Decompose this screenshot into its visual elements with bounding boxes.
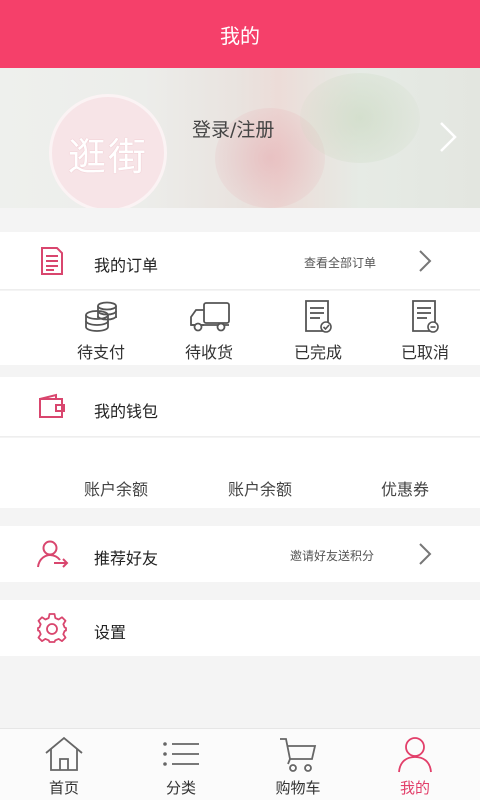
truck-icon — [190, 302, 230, 332]
account-balance-item[interactable]: 账户余额 — [84, 476, 148, 500]
settings-row[interactable]: 设置 — [0, 600, 480, 656]
order-status-row: 待支付 待收货 已完成 已取消 — [0, 291, 480, 365]
my-orders-label: 我的订单 — [94, 256, 159, 275]
status-label: 待收货 — [184, 343, 233, 362]
status-pending-payment[interactable]: 待支付 — [51, 291, 151, 365]
wallet-summary: 账户余额 账户余额 优惠券 — [0, 438, 480, 508]
banner-background-accent — [300, 73, 420, 163]
chevron-right-icon[interactable] — [437, 120, 459, 154]
tab-label: 分类 — [165, 779, 196, 797]
my-orders-row[interactable]: 我的订单 查看全部订单 — [0, 232, 480, 290]
tab-mine[interactable]: 我的 — [355, 729, 475, 800]
tab-label: 我的 — [399, 779, 430, 797]
profile-banner[interactable]: 逛街 登录/注册 — [0, 68, 480, 208]
user-icon — [398, 737, 432, 773]
tab-category[interactable]: 分类 — [121, 729, 241, 800]
order-complete-icon — [305, 300, 332, 333]
home-icon — [45, 736, 83, 771]
chevron-right-icon[interactable] — [417, 542, 433, 566]
status-cancelled[interactable]: 已取消 — [375, 291, 475, 365]
status-label: 已取消 — [400, 343, 449, 362]
coins-icon — [85, 301, 117, 332]
cart-icon — [280, 738, 317, 772]
gear-icon — [37, 613, 67, 643]
title-bar: 我的 — [0, 0, 480, 68]
tab-label: 首页 — [48, 779, 79, 797]
page-title: 我的 — [220, 23, 260, 48]
wallet-icon — [39, 393, 65, 418]
account-balance-item[interactable]: 账户余额 — [228, 476, 292, 500]
my-wallet-row[interactable]: 我的钱包 — [0, 377, 480, 437]
recommend-friends-row[interactable]: 推荐好友 邀请好友送积分 — [0, 526, 480, 582]
coupons-item[interactable]: 优惠券 — [381, 476, 429, 500]
list-icon — [163, 742, 199, 766]
tab-label: 购物车 — [275, 779, 321, 797]
order-list-icon — [41, 247, 63, 275]
status-awaiting-delivery[interactable]: 待收货 — [159, 291, 259, 365]
tab-home[interactable]: 首页 — [4, 729, 124, 800]
status-completed[interactable]: 已完成 — [268, 291, 368, 365]
order-cancel-icon — [412, 300, 439, 333]
login-register-link[interactable]: 登录/注册 — [192, 115, 274, 142]
view-all-orders-link[interactable]: 查看全部订单 — [304, 254, 376, 271]
invite-friends-hint: 邀请好友送积分 — [290, 549, 375, 563]
avatar[interactable]: 逛街 — [49, 94, 167, 208]
avatar-logo-text: 逛街 — [67, 134, 148, 179]
invite-friend-icon — [37, 540, 69, 568]
bottom-tab-bar: 首页 分类 购物车 我的 — [0, 728, 480, 800]
status-label: 待支付 — [76, 343, 125, 362]
status-label: 已完成 — [293, 343, 342, 362]
my-wallet-label: 我的钱包 — [94, 402, 159, 421]
settings-label: 设置 — [94, 623, 127, 642]
tab-cart[interactable]: 购物车 — [238, 729, 358, 800]
chevron-right-icon[interactable] — [417, 249, 433, 273]
recommend-friends-label: 推荐好友 — [94, 549, 159, 568]
